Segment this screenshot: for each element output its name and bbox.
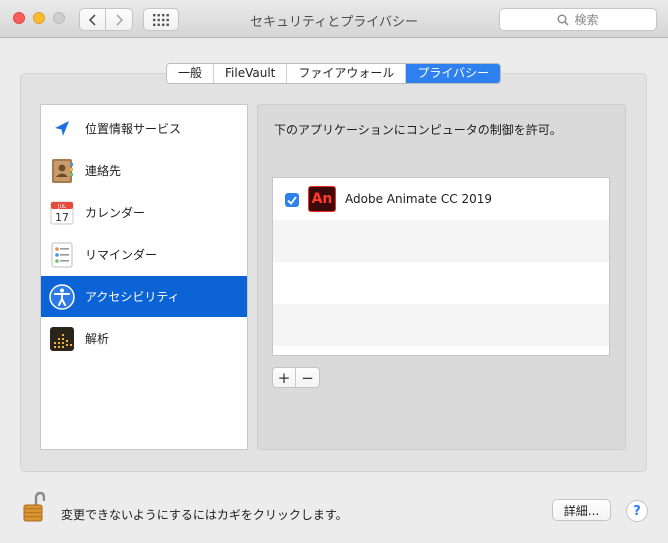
close-window-button[interactable] [13,12,25,24]
sidebar-item-label: アクセシビリティ [85,290,180,304]
sidebar-item-location-services[interactable]: 位置情報サービス [41,108,247,149]
reminders-list-icon [49,242,75,268]
sidebar-item-analytics[interactable]: 解析 [41,318,247,359]
title-bar: セキュリティとプライバシー 検索 [0,0,668,38]
help-button[interactable]: ? [626,500,648,522]
lock-message: 変更できないようにするにはカギをクリックします。 [61,508,348,522]
tab-firewall[interactable]: ファイアウォール [287,64,407,83]
tab-bar: 一般 FileVault ファイアウォール プライバシー [166,63,502,84]
sidebar-item-reminders[interactable]: リマインダー [41,234,247,275]
tab-privacy[interactable]: プライバシー [406,64,501,83]
show-all-button[interactable] [143,8,179,31]
analytics-icon [49,326,75,352]
add-app-button[interactable]: + [273,368,296,387]
sidebar-item-calendar[interactable]: JUL 17 カレンダー [41,192,247,233]
empty-list-row [273,220,609,262]
minimize-window-button[interactable] [33,12,45,24]
contacts-book-icon [49,158,75,184]
empty-list-row [273,262,609,304]
forward-button[interactable] [106,8,133,31]
chevron-left-icon [88,13,96,26]
sidebar-item-label: カレンダー [85,206,146,220]
search-field[interactable]: 検索 [499,8,657,31]
add-remove-control: + − [272,367,320,388]
checkmark-icon [287,195,297,205]
svg-text:17: 17 [55,211,69,224]
accessibility-icon [49,284,75,310]
back-button[interactable] [79,8,106,31]
list-item[interactable]: An Adobe Animate CC 2019 [273,178,609,220]
sidebar-item-label: 連絡先 [85,164,122,178]
sidebar-item-label: 位置情報サービス [85,122,182,136]
adobe-animate-icon: An [308,186,336,212]
tab-filevault[interactable]: FileVault [214,64,288,83]
remove-app-button[interactable]: − [296,368,319,387]
unlocked-padlock-icon [23,491,46,522]
app-name: Adobe Animate CC 2019 [345,192,492,206]
sidebar-item-accessibility[interactable]: アクセシビリティ [41,276,247,317]
grid-icon [153,13,169,26]
app-list: An Adobe Animate CC 2019 [272,177,610,356]
lock-button[interactable] [23,491,46,523]
sidebar-item-label: 解析 [85,332,110,346]
zoom-window-button[interactable] [53,12,65,24]
sidebar-item-label: リマインダー [85,248,158,262]
chevron-right-icon [116,13,124,26]
app-enabled-checkbox[interactable] [285,193,299,207]
tab-general[interactable]: 一般 [167,64,215,83]
location-arrow-icon [49,116,75,142]
details-button[interactable]: 詳細... [552,499,611,521]
svg-text:JUL: JUL [57,204,66,210]
search-placeholder: 検索 [574,13,599,27]
search-icon [557,14,570,26]
privacy-category-list: 位置情報サービス 連絡先 JUL 17 カレンダー リマインダー アクセシビリテ… [40,104,248,450]
sidebar-item-contacts[interactable]: 連絡先 [41,150,247,191]
empty-list-row [273,304,609,346]
panel-description: 下のアプリケーションにコンピュータの制御を許可。 [274,123,562,137]
calendar-icon: JUL 17 [49,200,75,226]
window-title: セキュリティとプライバシー [250,15,418,30]
